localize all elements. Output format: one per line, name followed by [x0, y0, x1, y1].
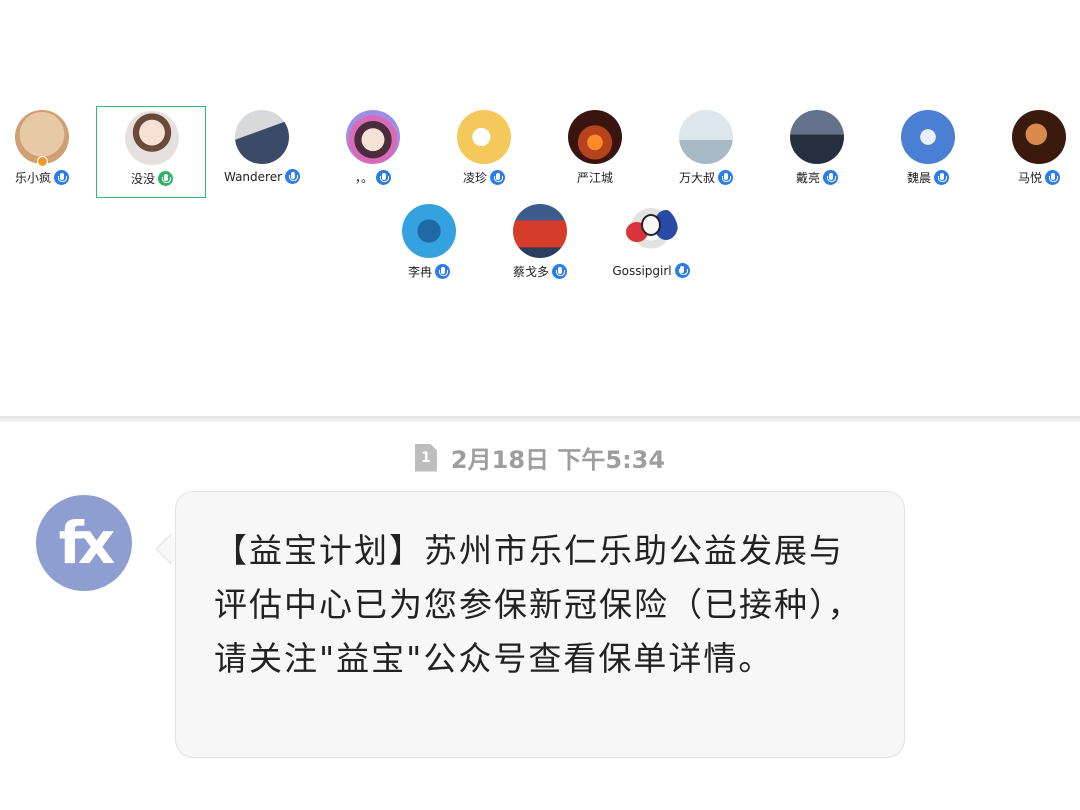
- avatar: [125, 111, 179, 165]
- participant-tile[interactable]: ，。: [318, 106, 428, 198]
- message-text: 【益宝计划】苏州市乐仁乐助公益发展与评估中心已为您参保新冠保险（已接种），请关注…: [214, 531, 863, 678]
- mic-icon: [1045, 170, 1060, 185]
- mic-icon: [435, 264, 450, 279]
- message-thread: 1 2月18日 下午5:34 fx 【益宝计划】苏州市乐仁乐助公益发展与评估中心…: [0, 422, 1080, 810]
- participant-name: 乐小疯: [14, 171, 51, 185]
- participants-panel: 乐小疯 没没 Wanderer ，。 凌珍 严江城 万大叔 戴亮 魏晨 马悦 李…: [0, 0, 1080, 416]
- avatar: [679, 110, 733, 164]
- avatar: [568, 110, 622, 164]
- participant-tile[interactable]: 万大叔: [651, 106, 761, 198]
- participant-tile[interactable]: Wanderer: [207, 106, 317, 198]
- participant-tile[interactable]: 魏晨: [873, 106, 983, 198]
- participant-name: Gossipgirl: [612, 263, 672, 278]
- participant-tile[interactable]: 马悦: [984, 106, 1080, 198]
- mic-speaking-icon: [158, 171, 173, 186]
- participant-name: 严江城: [576, 171, 613, 185]
- mic-icon: [54, 170, 69, 185]
- participant-tile-active[interactable]: 没没: [96, 106, 206, 198]
- message-bubble[interactable]: 【益宝计划】苏州市乐仁乐助公益发展与评估中心已为您参保新冠保险（已接种），请关注…: [175, 491, 905, 758]
- avatar: [901, 110, 955, 164]
- mic-icon: [552, 264, 567, 279]
- mic-icon: [934, 170, 949, 185]
- mic-icon: [674, 263, 690, 278]
- participant-tile[interactable]: 凌珍: [429, 106, 539, 198]
- participant-name: Wanderer: [223, 169, 283, 184]
- avatar: [346, 110, 400, 164]
- participant-tile[interactable]: 戴亮: [762, 106, 872, 198]
- message-timestamp-row: 1 2月18日 下午5:34: [0, 440, 1080, 475]
- participant-tile[interactable]: 李冉: [374, 200, 484, 292]
- avatar: [624, 204, 678, 258]
- participant-name: 凌珍: [462, 171, 487, 185]
- participant-name: ，。: [354, 171, 373, 185]
- avatar: [513, 204, 567, 258]
- participant-name: 魏晨: [906, 171, 931, 185]
- mic-icon: [823, 170, 838, 185]
- message-timestamp: 2月18日 下午5:34: [450, 446, 666, 474]
- mic-icon: [490, 170, 505, 185]
- sim-card-icon: 1: [414, 443, 437, 472]
- sender-avatar[interactable]: fx: [36, 495, 132, 591]
- participant-name: 马悦: [1017, 171, 1042, 185]
- mic-icon: [285, 169, 301, 184]
- avatar: [402, 204, 456, 258]
- participant-tile[interactable]: 严江城: [540, 106, 650, 198]
- avatar: [457, 110, 511, 164]
- participant-tile[interactable]: 乐小疯: [0, 106, 97, 198]
- avatar: [790, 110, 844, 164]
- person-badge-icon: [37, 156, 48, 167]
- participant-tile[interactable]: 蔡戈多: [485, 200, 595, 292]
- participant-name: 李冉: [407, 265, 432, 279]
- participant-name: 蔡戈多: [512, 265, 549, 279]
- mic-icon: [718, 170, 733, 185]
- avatar: [1012, 110, 1066, 164]
- sender-avatar-text: fx: [58, 509, 116, 577]
- participant-name: 万大叔: [678, 171, 715, 185]
- mic-icon: [376, 170, 391, 185]
- participant-name: 戴亮: [795, 171, 820, 185]
- participant-name: 没没: [130, 172, 155, 186]
- participant-tile[interactable]: Gossipgirl: [596, 200, 706, 292]
- avatar: [235, 110, 289, 164]
